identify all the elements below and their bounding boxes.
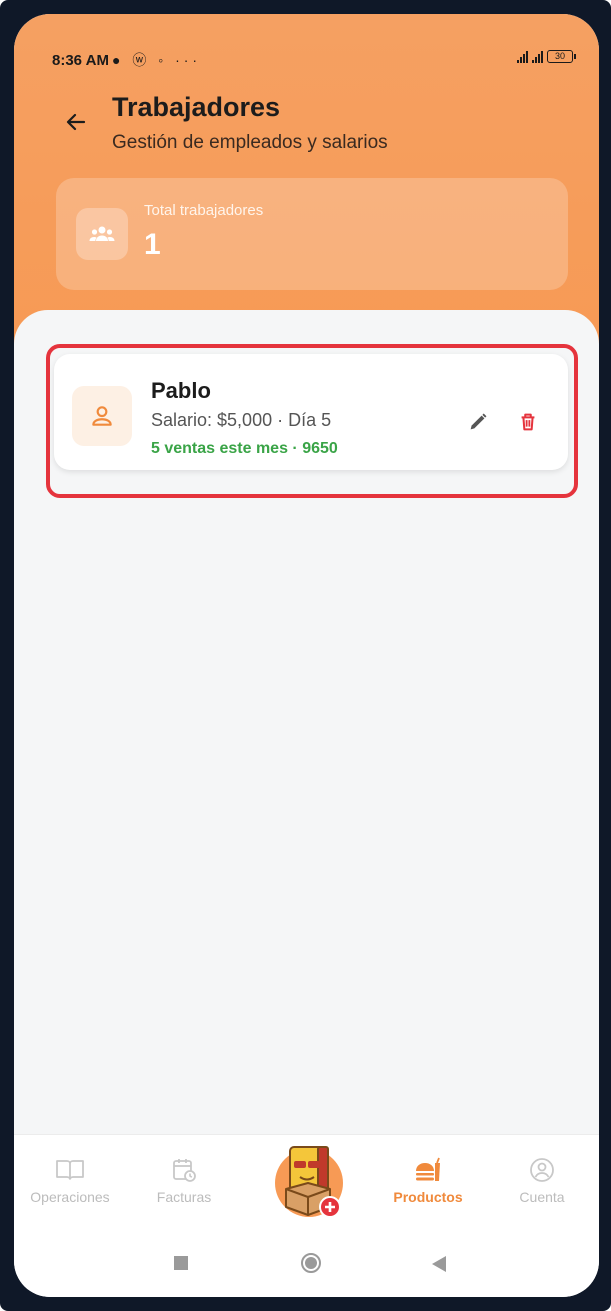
- nav-item-facturas[interactable]: Facturas: [134, 1155, 234, 1205]
- signal-icon: [517, 50, 528, 63]
- pencil-icon: [470, 413, 487, 430]
- system-navigation: [14, 1238, 599, 1297]
- nav-item-operaciones[interactable]: Operaciones: [20, 1155, 120, 1205]
- worker-salary: Salario: $5,000 · Día 5: [151, 410, 332, 430]
- app-screen: 8:36 AM ● ⓦ ◦ ··· 30 Trabajadores Gestió…: [14, 14, 599, 1297]
- device-frame: 8:36 AM ● ⓦ ◦ ··· 30 Trabajadores Gestió…: [0, 0, 611, 1311]
- workers-list: Pablo Salario: $5,000 · Día 5 5 ventas e…: [14, 310, 599, 1297]
- worker-name: Pablo: [151, 378, 211, 403]
- total-workers-card: Total trabajadores 1: [56, 178, 568, 290]
- book-icon: [20, 1155, 120, 1185]
- bottom-nav: Operaciones Facturas Productos Cuenta: [14, 1134, 599, 1238]
- delete-button[interactable]: [510, 404, 546, 440]
- back-system-button[interactable]: [432, 1256, 446, 1277]
- stat-value: 1: [144, 228, 161, 261]
- edit-button[interactable]: [460, 404, 496, 440]
- notification-icons: ● ⓦ ◦ ···: [112, 52, 202, 68]
- square-icon: [174, 1256, 188, 1270]
- circle-icon: [301, 1253, 321, 1273]
- header: 8:36 AM ● ⓦ ◦ ··· 30 Trabajadores Gestió…: [14, 14, 599, 344]
- mascot-icon: [275, 1146, 343, 1218]
- nav-label: Cuenta: [519, 1189, 565, 1205]
- nav-item-productos[interactable]: Productos: [378, 1155, 478, 1205]
- arrow-left-icon: [66, 113, 86, 131]
- triangle-back-icon: [432, 1256, 446, 1272]
- status-time: 8:36 AM: [52, 52, 109, 69]
- page-title: Trabajadores: [112, 92, 281, 122]
- group-icon: [76, 208, 128, 260]
- battery-icon: 30: [547, 50, 576, 63]
- home-button[interactable]: [300, 1252, 322, 1279]
- nav-label: Facturas: [156, 1189, 212, 1205]
- nav-label: Operaciones: [30, 1189, 110, 1205]
- nav-item-cuenta[interactable]: Cuenta: [492, 1155, 592, 1205]
- person-icon: [72, 386, 132, 446]
- trash-icon: [521, 413, 535, 431]
- page-subtitle: Gestión de empleados y salarios: [112, 132, 388, 153]
- worker-card[interactable]: Pablo Salario: $5,000 · Día 5 5 ventas e…: [54, 354, 568, 470]
- signal-icon: [532, 50, 543, 63]
- recent-apps-button[interactable]: [174, 1256, 188, 1275]
- mascot-add-button[interactable]: [272, 1139, 346, 1219]
- account-icon: [492, 1155, 592, 1185]
- back-button[interactable]: [60, 106, 92, 138]
- nav-label: Productos: [393, 1189, 463, 1205]
- status-right: 30: [517, 50, 576, 63]
- stat-label: Total trabajadores: [144, 202, 264, 219]
- calendar-clock-icon: [134, 1155, 234, 1185]
- worker-sales: 5 ventas este mes · 9650: [151, 440, 338, 457]
- status-bar: 8:36 AM ● ⓦ ◦ ··· 30: [14, 14, 599, 84]
- food-icon: [378, 1155, 478, 1185]
